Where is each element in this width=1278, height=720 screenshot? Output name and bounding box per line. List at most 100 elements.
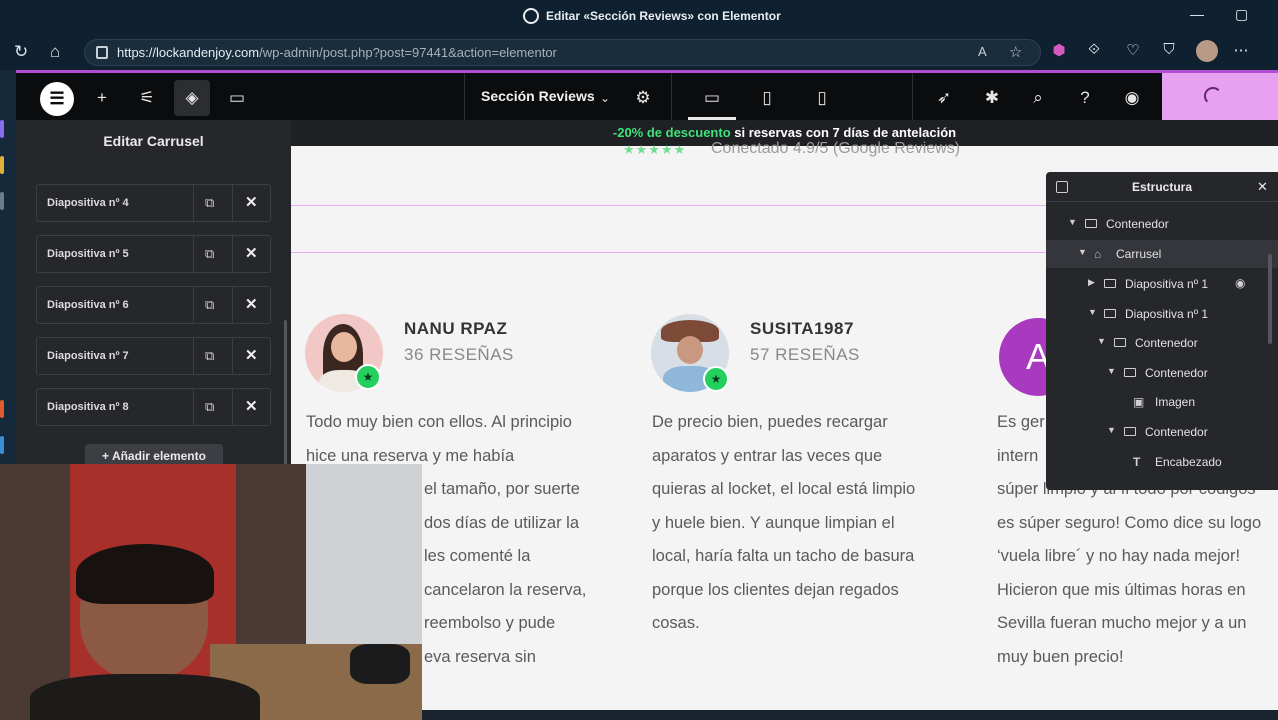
review-line: quieras al locket, el local está limpio (652, 480, 916, 498)
caret-down-icon[interactable]: ▼ (1078, 247, 1087, 257)
container-icon (1114, 338, 1126, 347)
tree-node-label: Diapositiva nº 1 (1125, 277, 1209, 291)
more-icon[interactable]: ⋯ (1232, 41, 1250, 59)
reload-icon[interactable]: ↻ (14, 42, 28, 62)
minimize-icon[interactable]: — (1190, 6, 1204, 22)
google-badge-icon: ★ (355, 364, 381, 390)
slide-label: Diapositiva nº 6 (47, 299, 129, 311)
tree-node-label: Contenedor (1145, 425, 1208, 439)
mobile-icon[interactable]: ▯ (811, 87, 833, 109)
duplicate-icon[interactable]: ⧉ (205, 297, 219, 312)
page-settings-icon[interactable]: ⚙ (632, 87, 654, 109)
health-icon[interactable]: ♡ (1124, 41, 1142, 59)
face-shape (677, 336, 703, 364)
preview-icon[interactable]: ◉ (1121, 87, 1143, 109)
container-icon (1085, 219, 1097, 228)
close-icon[interactable]: ✕ (245, 346, 259, 364)
caret-down-icon[interactable]: ▼ (1088, 307, 1097, 317)
add-element-icon[interactable]: + (91, 87, 113, 109)
desktop-icon[interactable]: ▭ (701, 87, 723, 109)
tree-node[interactable]: ▼ Contenedor (1046, 418, 1278, 446)
read-aloud-icon[interactable]: A (978, 44, 987, 59)
caret-down-icon[interactable]: ▼ (1107, 366, 1116, 376)
add-item-label: Añadir elemento (111, 449, 206, 463)
tree-node-label: Diapositiva nº 1 (1125, 307, 1209, 321)
window-title: Editar «Sección Reviews» con Elementor (546, 9, 781, 23)
document-name[interactable]: Sección Reviews (481, 88, 595, 104)
review-count: 36 RESEÑAS (404, 345, 514, 364)
close-icon[interactable]: ✕ (245, 397, 259, 415)
tree-node[interactable]: ▼ Contenedor (1046, 359, 1278, 387)
separator (193, 236, 194, 272)
strip-marker (0, 120, 4, 138)
close-icon[interactable]: ✕ (245, 295, 259, 313)
review-line: aparatos y entrar las veces que (652, 446, 883, 465)
structure-title: Estructura (1131, 180, 1193, 194)
tree-node[interactable]: ▼ ⌂ Carrusel (1046, 240, 1278, 268)
strip-marker (0, 400, 4, 418)
elementor-logo-icon[interactable]: ☰ (40, 82, 74, 116)
container-icon (1104, 309, 1116, 318)
tree-node[interactable]: ▼ Diapositiva nº 1 (1046, 300, 1278, 328)
separator (232, 389, 233, 425)
slide-row[interactable]: Diapositiva nº 4 ⧉ ✕ (36, 184, 271, 222)
search-icon[interactable]: ⌕ (1027, 87, 1049, 109)
panel-title: Editar Carrusel (103, 133, 204, 149)
duplicate-icon[interactable]: ⧉ (205, 195, 219, 210)
review-text: De precio bien, puedes recargar aparatos… (652, 406, 915, 641)
separator (193, 185, 194, 221)
help-icon[interactable]: ? (1074, 87, 1096, 109)
layers-icon[interactable]: ◈ (181, 87, 203, 109)
shield-icon[interactable]: ⛉ (1160, 41, 1178, 59)
profile-avatar[interactable] (1196, 40, 1218, 62)
close-icon[interactable]: ✕ (1257, 179, 1268, 195)
launch-icon[interactable]: ➶ (933, 87, 955, 109)
site-settings-icon[interactable]: ⚟ (136, 87, 158, 109)
review-line: local, haría falta un tacho de basura (652, 547, 915, 565)
caret-down-icon[interactable]: ▼ (1068, 217, 1077, 227)
slide-row[interactable]: Diapositiva nº 6 ⧉ ✕ (36, 286, 271, 324)
duplicate-icon[interactable]: ⧉ (205, 399, 219, 414)
duplicate-icon[interactable]: ⧉ (205, 246, 219, 261)
comments-icon[interactable]: ▭ (226, 87, 248, 109)
slide-row[interactable]: Diapositiva nº 8 ⧉ ✕ (36, 388, 271, 426)
slide-row[interactable]: Diapositiva nº 7 ⧉ ✕ (36, 337, 271, 375)
tree-node[interactable]: ▼ Contenedor (1046, 329, 1278, 357)
review-line: ‘vuela libre´ y no hay nada mejor! (997, 547, 1241, 565)
rating-text: Conectado 4.9/5 (Google Reviews) (711, 140, 961, 157)
favorite-icon[interactable]: ☆ (1009, 43, 1022, 61)
notifications-icon[interactable]: ✱ (981, 87, 1003, 109)
extension-icon[interactable]: ⬢ (1050, 41, 1068, 59)
eye-icon[interactable]: ◉ (1235, 276, 1245, 290)
structure-header: Estructura ✕ (1046, 172, 1278, 202)
close-icon[interactable]: ✕ (245, 193, 259, 211)
home-icon[interactable]: ⌂ (50, 42, 60, 62)
separator (232, 236, 233, 272)
tree-node[interactable]: T Encabezado (1046, 448, 1278, 476)
restore-icon[interactable]: ▢ (1235, 6, 1248, 23)
tablet-icon[interactable]: ▯ (756, 87, 778, 109)
url-domain: https://lockandenjoy.com (117, 45, 260, 60)
reviewer-name: SUSITA1987 (750, 319, 854, 338)
address-bar[interactable]: https://lockandenjoy.com/wp-admin/post.p… (84, 39, 1041, 66)
person-shirt-shape (30, 674, 260, 720)
duplicate-icon[interactable]: ⧉ (205, 348, 219, 363)
tree-node-label: Imagen (1155, 395, 1196, 409)
tree-node-label: Encabezado (1155, 455, 1222, 469)
caret-down-icon[interactable]: ▼ (1097, 336, 1106, 346)
chevron-down-icon[interactable]: ⌄ (594, 87, 616, 109)
tree-node[interactable]: ▼ Contenedor (1046, 210, 1278, 238)
caret-down-icon[interactable]: ▼ (1107, 425, 1116, 435)
slide-row[interactable]: Diapositiva nº 5 ⧉ ✕ (36, 235, 271, 273)
review-line: y huele bien. Y aunque limpian el (652, 513, 895, 532)
close-icon[interactable]: ✕ (245, 244, 259, 262)
panel-scrollbar[interactable] (284, 320, 287, 465)
container-icon (1124, 368, 1136, 377)
google-badge-icon: ★ (703, 366, 729, 392)
caret-right-icon[interactable]: ▶ (1088, 277, 1095, 288)
tree-node[interactable]: ▣ Imagen (1046, 388, 1278, 416)
tree-node-label: Contenedor (1145, 366, 1208, 380)
extensions-icon[interactable]: ⟐ (1085, 41, 1103, 59)
tree-node[interactable]: ▶ Diapositiva nº 1 ◉ (1046, 270, 1278, 298)
structure-scrollbar[interactable] (1268, 254, 1272, 344)
